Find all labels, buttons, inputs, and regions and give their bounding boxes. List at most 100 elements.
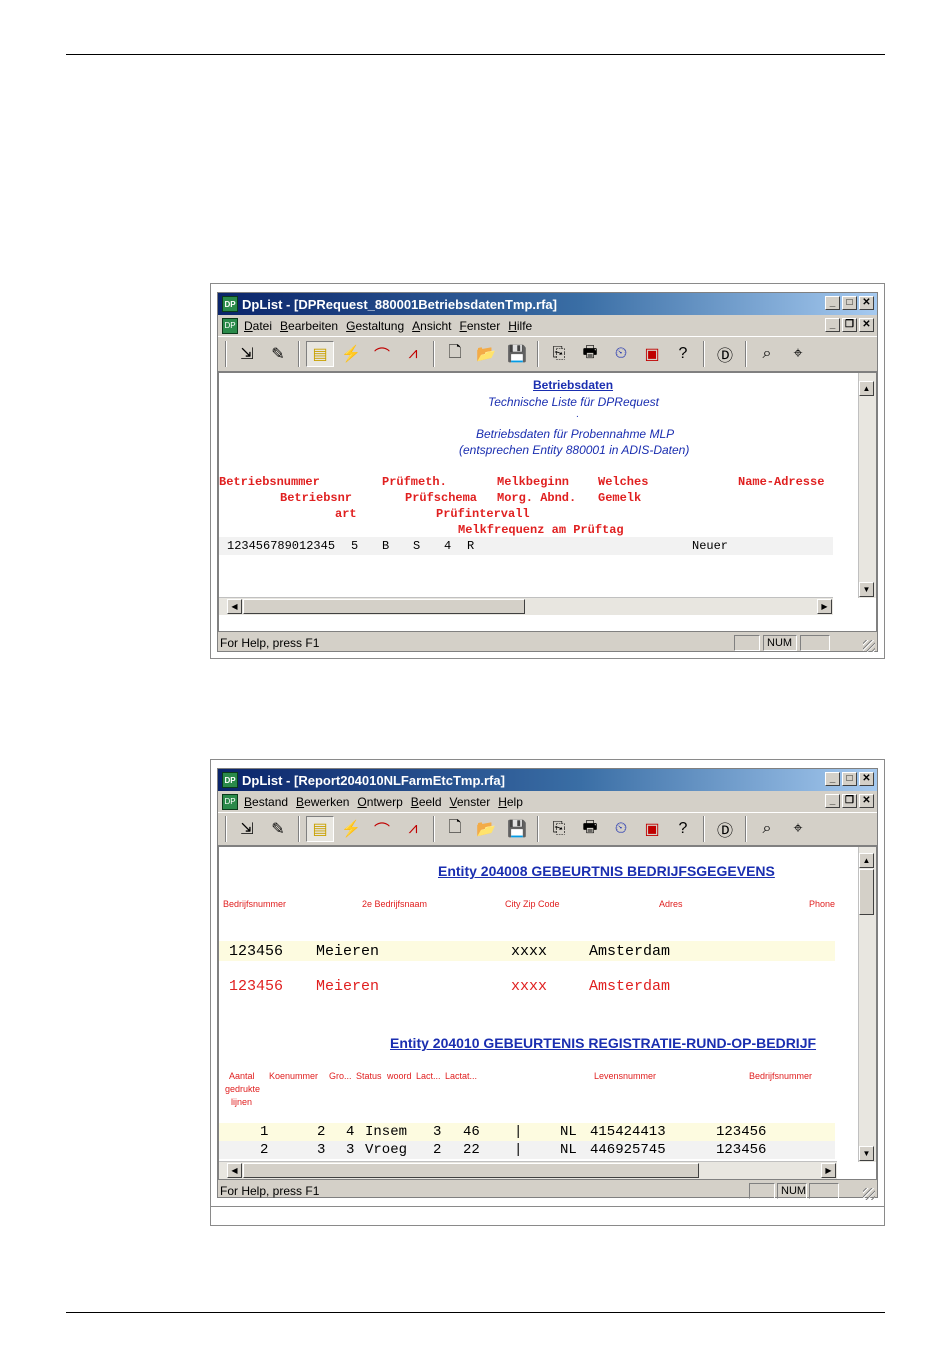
- menu-bewerken[interactable]: Bewerken: [296, 795, 349, 809]
- import-icon[interactable]: ⇲: [233, 816, 261, 842]
- table-row[interactable]: 1 2 4 Insem 3 46 | NL 415424413 123456: [219, 1123, 835, 1141]
- data-icon[interactable]: ⚡: [337, 341, 365, 367]
- report-icon[interactable]: ▤: [306, 816, 334, 842]
- export-icon[interactable]: ▣: [638, 816, 666, 842]
- save-icon[interactable]: 💾: [503, 341, 531, 367]
- menu-venster[interactable]: Venster: [450, 795, 491, 809]
- edit-icon[interactable]: ✎: [264, 341, 292, 367]
- new-file-icon[interactable]: 🗋: [441, 341, 469, 367]
- mdi-minimize-button[interactable]: _: [825, 794, 840, 808]
- menu-help[interactable]: Help: [498, 795, 523, 809]
- frame-divider: [211, 1206, 884, 1207]
- scroll-right-button[interactable]: ▶: [821, 1163, 836, 1178]
- cell-adres: Amsterdam: [589, 943, 671, 960]
- copy-icon[interactable]: ⎘: [545, 816, 573, 842]
- graph-icon[interactable]: ⩘: [399, 816, 427, 842]
- data-row[interactable]: 123456789012345 5 B S 4 R Neuer: [219, 537, 833, 555]
- vertical-scroll-thumb[interactable]: [859, 869, 874, 915]
- export-icon[interactable]: ▣: [638, 341, 666, 367]
- menu-datei[interactable]: Datei: [244, 319, 272, 333]
- scroll-left-button[interactable]: ◀: [227, 599, 242, 614]
- doc-icon[interactable]: DP: [222, 317, 238, 334]
- minimize-button[interactable]: _: [825, 772, 840, 786]
- maximize-button[interactable]: □: [842, 772, 857, 786]
- data-icon[interactable]: ⚡: [337, 816, 365, 842]
- mdi-restore-button[interactable]: ❐: [842, 794, 857, 808]
- open-folder-icon[interactable]: 📂: [472, 341, 500, 367]
- minimize-button[interactable]: _: [825, 296, 840, 310]
- curve-icon[interactable]: ⌒: [368, 341, 396, 367]
- resize-grip[interactable]: [863, 640, 875, 652]
- filter-clear-icon[interactable]: ⌖: [784, 341, 812, 367]
- horizontal-scrollbar[interactable]: ◀ ▶: [219, 1161, 837, 1179]
- scroll-up-button[interactable]: ▲: [859, 381, 874, 396]
- import-icon[interactable]: ⇲: [233, 341, 261, 367]
- menu-ansicht[interactable]: Ansicht: [412, 319, 451, 333]
- scroll-left-button[interactable]: ◀: [227, 1163, 242, 1178]
- open-folder-icon[interactable]: 📂: [472, 816, 500, 842]
- menu-bestand[interactable]: Bestand: [244, 795, 288, 809]
- print-icon[interactable]: 🖶: [576, 341, 604, 367]
- section1-row[interactable]: 123456 Meieren xxxx Amsterdam: [219, 941, 835, 961]
- scroll-down-button[interactable]: ▼: [859, 582, 874, 597]
- scroll-right-button[interactable]: ▶: [817, 599, 832, 614]
- menu-bearbeiten[interactable]: Bearbeiten: [280, 319, 338, 333]
- dplist-window-2: DP DpList - [Report204010NLFarmEtcTmp.rf…: [217, 768, 878, 1200]
- menu-fenster[interactable]: Fenster: [460, 319, 501, 333]
- cell-adres: Amsterdam: [589, 978, 671, 995]
- status-bar: For Help, press F1 NUM: [218, 1180, 877, 1202]
- doc-icon[interactable]: DP: [222, 793, 238, 810]
- mdi-close-button[interactable]: ✕: [859, 794, 874, 808]
- scroll-up-button[interactable]: ▲: [859, 853, 874, 868]
- section1-row-preview[interactable]: 123456 Meieren xxxx Amsterdam: [219, 976, 835, 996]
- horizontal-scroll-thumb[interactable]: [243, 1163, 699, 1178]
- title-bar[interactable]: DP DpList - [Report204010NLFarmEtcTmp.rf…: [218, 769, 877, 791]
- scroll-down-button[interactable]: ▼: [859, 1146, 874, 1161]
- copy-icon[interactable]: ⎘: [545, 341, 573, 367]
- title-bar[interactable]: DP DpList - [DPRequest_880001Betriebsdat…: [218, 293, 877, 315]
- resize-grip[interactable]: [863, 1188, 875, 1200]
- cell-bedrijfsnaam: Meieren: [316, 978, 380, 995]
- close-button[interactable]: ✕: [859, 772, 874, 786]
- vertical-scrollbar[interactable]: ▲ ▼: [858, 373, 876, 598]
- header-pruefschema: Prüfschema: [405, 491, 478, 505]
- print-icon[interactable]: 🖶: [576, 816, 604, 842]
- edit-icon[interactable]: ✎: [264, 816, 292, 842]
- help-icon[interactable]: ?: [669, 816, 697, 842]
- status-num-indicator: NUM: [777, 1183, 807, 1199]
- mdi-restore-button[interactable]: ❐: [842, 318, 857, 332]
- timer-icon[interactable]: ⏲: [607, 341, 635, 367]
- mdi-minimize-button[interactable]: _: [825, 318, 840, 332]
- menu-ontwerp[interactable]: Ontwerp: [357, 795, 402, 809]
- table-row[interactable]: 2 3 3 Vroeg 2 22 | NL 446925745 123456: [219, 1141, 835, 1159]
- graph-icon[interactable]: ⩘: [399, 341, 427, 367]
- maximize-button[interactable]: □: [842, 296, 857, 310]
- timer-icon[interactable]: ⏲: [607, 816, 635, 842]
- save-icon[interactable]: 💾: [503, 816, 531, 842]
- new-file-icon[interactable]: 🗋: [441, 816, 469, 842]
- menu-hilfe[interactable]: Hilfe: [508, 319, 532, 333]
- close-button[interactable]: ✕: [859, 296, 874, 310]
- horizontal-scroll-thumb[interactable]: [243, 599, 525, 614]
- toolbar-separator: [703, 341, 705, 367]
- screenshot-frame-1: DP DpList - [DPRequest_880001Betriebsdat…: [210, 283, 885, 659]
- cell-lactat: 22: [463, 1142, 480, 1158]
- menu-beeld[interactable]: Beeld: [411, 795, 442, 809]
- document-icon[interactable]: Ⓓ: [711, 816, 739, 842]
- curve-icon[interactable]: ⌒: [368, 816, 396, 842]
- filter-icon[interactable]: ⌕: [753, 816, 781, 842]
- vertical-scrollbar[interactable]: ▲ ▼: [858, 847, 876, 1162]
- menu-gestaltung[interactable]: Gestaltung: [346, 319, 404, 333]
- status-help-text: For Help, press F1: [220, 636, 320, 650]
- report-icon[interactable]: ▤: [306, 341, 334, 367]
- filter-clear-icon[interactable]: ⌖: [784, 816, 812, 842]
- mdi-close-button[interactable]: ✕: [859, 318, 874, 332]
- cell-country: NL: [560, 1124, 577, 1140]
- document-icon[interactable]: Ⓓ: [711, 341, 739, 367]
- filter-icon[interactable]: ⌕: [753, 341, 781, 367]
- help-icon[interactable]: ?: [669, 341, 697, 367]
- horizontal-scrollbar[interactable]: ◀ ▶: [219, 597, 833, 615]
- toolbar: ⇲ ✎ ▤ ⚡ ⌒ ⩘ 🗋 📂 💾 ⎘ 🖶 ⏲ ▣ ? Ⓓ ⌕ ⌖: [218, 812, 877, 846]
- header-lact: Lact...: [416, 1071, 441, 1081]
- cell-name-adresse: Neuer: [692, 539, 729, 553]
